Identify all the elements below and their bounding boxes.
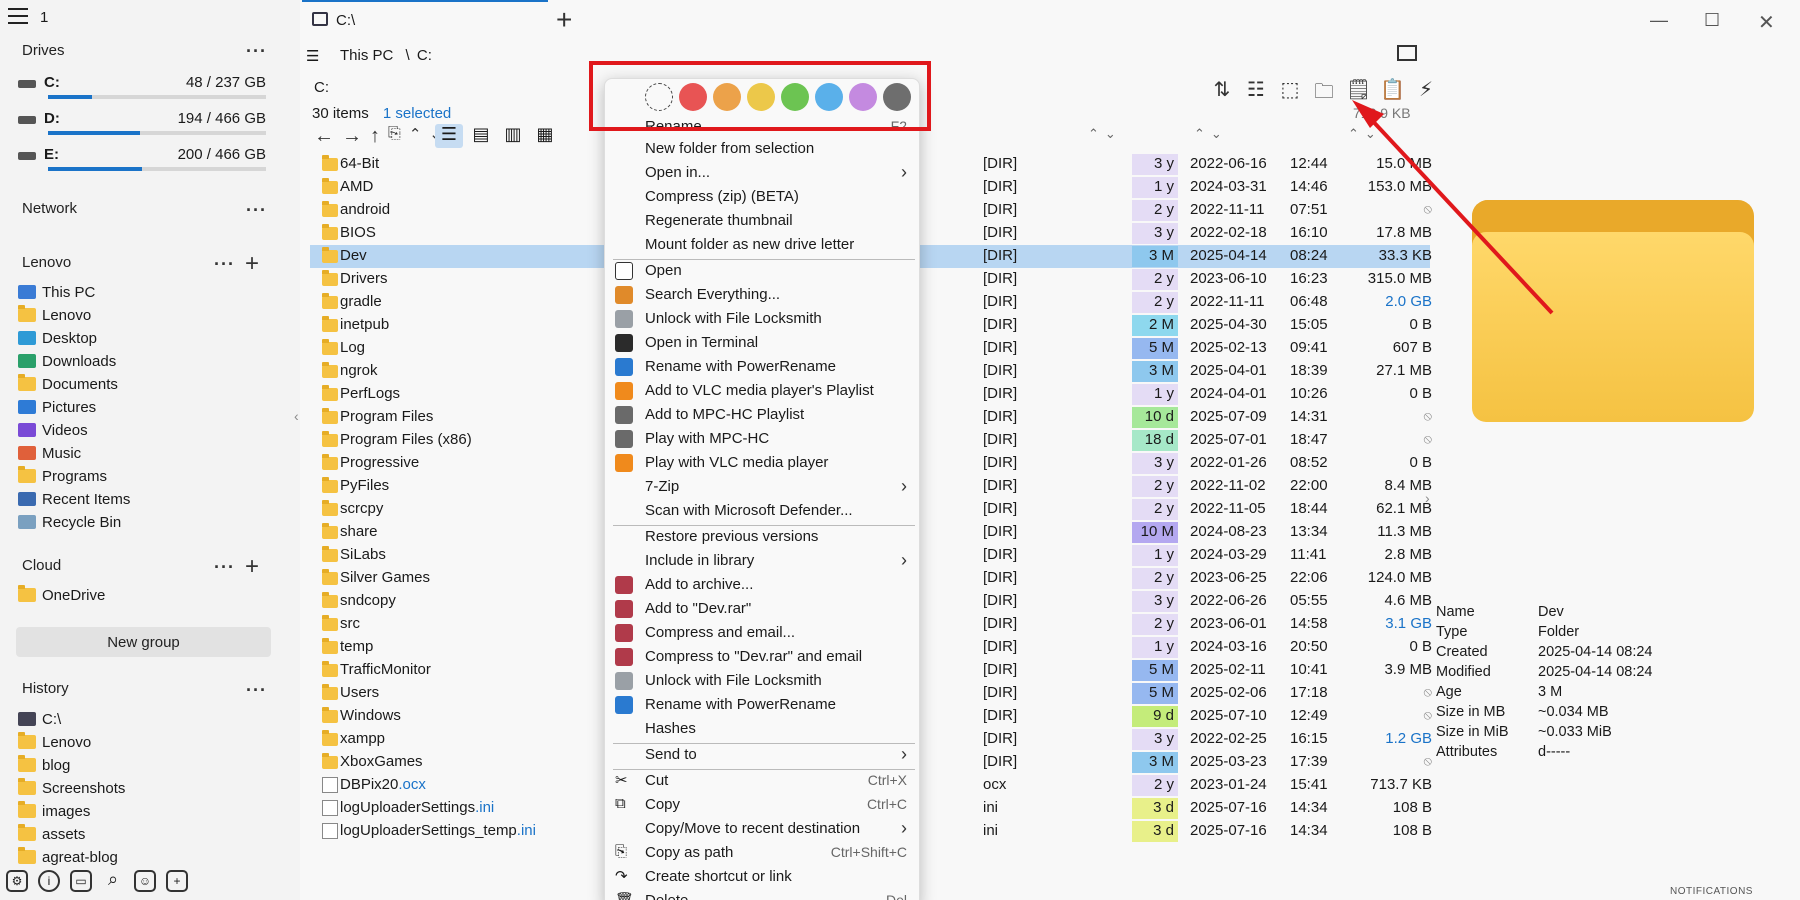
annotation-arrow (1352, 100, 1554, 315)
